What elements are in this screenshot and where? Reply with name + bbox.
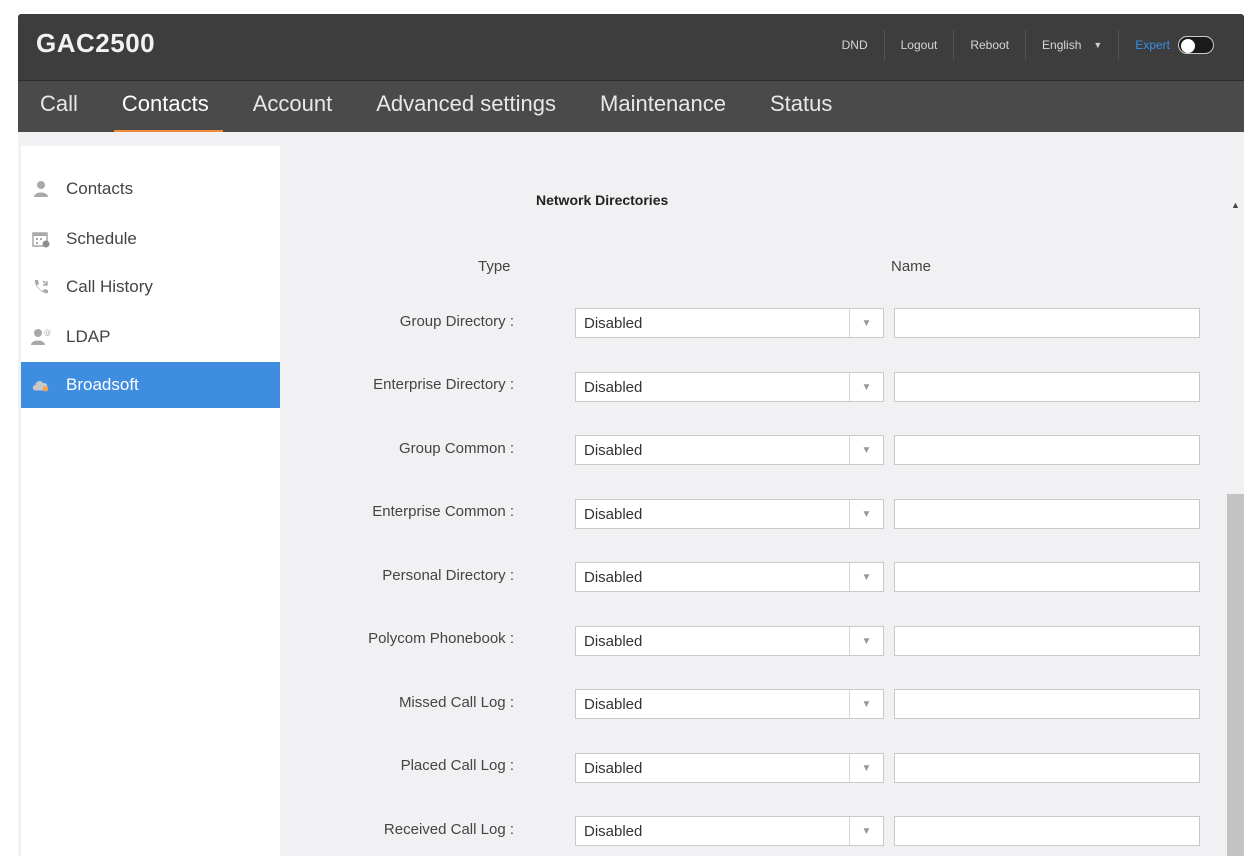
group-directory-name-input[interactable] (894, 308, 1200, 338)
scrollbar-thumb[interactable] (1227, 494, 1244, 856)
sidebar-item-label: Broadsoft (66, 375, 139, 394)
select-value: Disabled (584, 378, 643, 396)
chevron-down-icon: ▼ (849, 627, 883, 655)
row-label-polycom-phonebook: Polycom Phonebook : (368, 630, 514, 647)
row-label-received-call-log: Received Call Log : (383, 821, 514, 838)
select-value: Disabled (584, 568, 643, 586)
select-value: Disabled (584, 632, 643, 650)
svg-text:@: @ (44, 329, 51, 337)
select-value: Disabled (584, 759, 643, 777)
tab-maintenance[interactable]: Maintenance (578, 81, 748, 133)
sidebar-item-label: Call History (66, 277, 153, 296)
chevron-down-icon: ▼ (849, 817, 883, 845)
chevron-down-icon: ▼ (849, 563, 883, 591)
row-label-enterprise-directory: Enterprise Directory : (373, 376, 514, 393)
personal-directory-select[interactable]: Disabled ▼ (575, 562, 884, 592)
enterprise-common-name-input[interactable] (894, 499, 1200, 529)
reboot-button[interactable]: Reboot (953, 30, 1025, 60)
row-label-missed-call-log: Missed Call Log : (398, 694, 514, 711)
logout-button[interactable]: Logout (883, 30, 954, 60)
tab-account[interactable]: Account (231, 81, 355, 133)
chevron-down-icon: ▼ (849, 309, 883, 337)
column-header-name: Name (891, 258, 932, 275)
select-value: Disabled (584, 822, 643, 840)
polycom-phonebook-name-input[interactable] (894, 626, 1200, 656)
chevron-down-icon: ▼ (1093, 40, 1103, 50)
select-value: Disabled (584, 695, 643, 713)
expert-toggle-group: Expert (1118, 30, 1230, 60)
person-icon (31, 179, 51, 199)
tab-contacts[interactable]: Contacts (100, 81, 231, 133)
chevron-down-icon: ▼ (849, 373, 883, 401)
polycom-phonebook-select[interactable]: Disabled ▼ (575, 626, 884, 656)
tab-call[interactable]: Call (18, 81, 100, 133)
enterprise-common-select[interactable]: Disabled ▼ (575, 499, 884, 529)
row-label-placed-call-log: Placed Call Log : (400, 757, 514, 774)
group-directory-select[interactable]: Disabled ▼ (575, 308, 884, 338)
sidebar-item-label: Schedule (66, 229, 137, 248)
missed-call-log-select[interactable]: Disabled ▼ (575, 689, 884, 719)
chevron-down-icon: ▼ (849, 754, 883, 782)
received-call-log-select[interactable]: Disabled ▼ (575, 816, 884, 846)
scroll-up-icon[interactable]: ▲ (1231, 200, 1240, 210)
enterprise-directory-name-input[interactable] (894, 372, 1200, 402)
expert-label: Expert (1135, 38, 1170, 52)
dnd-button[interactable]: DND (826, 30, 884, 60)
sidebar: Contacts Schedule Call History @ LDAP Br… (21, 146, 280, 856)
sidebar-item-label: Contacts (66, 179, 134, 198)
chevron-down-icon: ▼ (849, 690, 883, 718)
sidebar-item-contacts[interactable]: Contacts (21, 166, 280, 212)
calendar-icon (31, 229, 51, 249)
chevron-down-icon: ▼ (849, 500, 883, 528)
select-value: Disabled (584, 505, 643, 523)
select-value: Disabled (584, 441, 643, 459)
group-common-name-input[interactable] (894, 435, 1200, 465)
call-history-icon (31, 277, 51, 297)
placed-call-log-select[interactable]: Disabled ▼ (575, 753, 884, 783)
row-label-enterprise-common: Enterprise Common : (372, 503, 514, 520)
row-label-group-common: Group Common : (398, 440, 514, 457)
personal-directory-name-input[interactable] (894, 562, 1200, 592)
expert-toggle[interactable] (1178, 36, 1214, 54)
missed-call-log-name-input[interactable] (894, 689, 1200, 719)
top-actions: DND Logout Reboot English ▼ Expert (826, 30, 1230, 60)
section-title: Network Directories (536, 192, 669, 208)
ldap-icon: @ (31, 327, 51, 347)
sidebar-item-label: LDAP (66, 327, 111, 346)
received-call-log-name-input[interactable] (894, 816, 1200, 846)
app-header: GAC2500 DND Logout Reboot English ▼ Expe… (18, 14, 1244, 133)
chevron-down-icon: ▼ (849, 436, 883, 464)
enterprise-directory-select[interactable]: Disabled ▼ (575, 372, 884, 402)
column-header-type: Type (478, 258, 511, 275)
app-title: GAC2500 (36, 28, 156, 58)
row-label-personal-directory: Personal Directory : (382, 567, 514, 584)
sidebar-item-call-history[interactable]: Call History (21, 264, 280, 310)
tab-advanced-settings[interactable]: Advanced settings (354, 81, 578, 133)
placed-call-log-name-input[interactable] (894, 753, 1200, 783)
language-label: English (1042, 38, 1082, 52)
toggle-knob (1181, 39, 1195, 53)
select-value: Disabled (584, 314, 643, 332)
row-label-group-directory: Group Directory : (399, 313, 514, 330)
language-select[interactable]: English ▼ (1025, 30, 1118, 60)
main-nav: Call Contacts Account Advanced settings … (18, 80, 1244, 133)
cloud-icon (31, 375, 51, 395)
group-common-select[interactable]: Disabled ▼ (575, 435, 884, 465)
sidebar-item-schedule[interactable]: Schedule (21, 216, 280, 262)
tab-status[interactable]: Status (748, 81, 854, 133)
